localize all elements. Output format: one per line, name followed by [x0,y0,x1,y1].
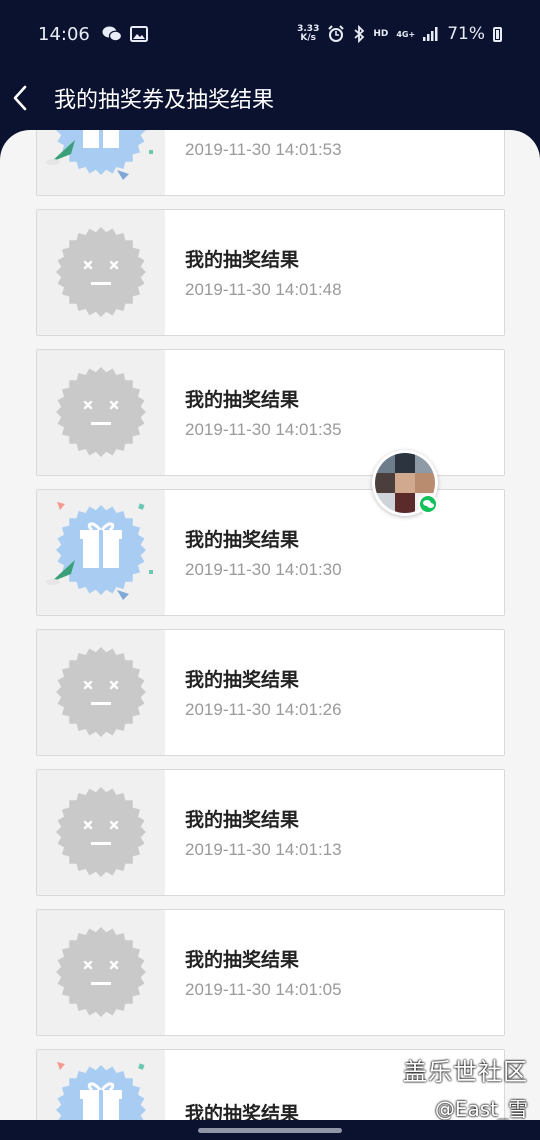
no-prize-badge-icon [56,647,146,737]
wechat-icon [102,26,122,42]
result-date: 2019-11-30 14:01:30 [185,560,342,579]
page-title: 我的抽奖券及抽奖结果 [54,88,275,113]
results-content[interactable]: 我的抽奖结果 2019-11-30 14:01:53 我的抽奖结果 2019-11-3… [0,130,540,1120]
result-date: 2019-11-30 14:01:13 [185,840,342,859]
result-text: 我的抽奖结果 2019-11-30 14:01:48 [165,210,342,335]
result-text: 我的抽奖结果 2019-11-30 14:01:05 [165,910,342,1035]
result-date: 2019-11-30 14:01:53 [185,140,342,159]
result-text: 我的抽奖结果 2019-11-30 14:01:53 [165,130,342,195]
home-indicator[interactable] [198,1128,342,1133]
result-card[interactable]: 我的抽奖结果 2019-11-30 14:01:26 [36,629,505,756]
result-thumbnail [37,1050,165,1120]
watermark-user: @East_雪 [434,1097,528,1121]
hd-label: HD [373,29,389,39]
result-card[interactable]: 我的抽奖结果 2019-11-30 14:01:53 [36,130,505,196]
result-thumbnail [37,770,165,895]
watermark: 盖乐世社区 @East_雪 [403,1052,528,1122]
result-thumbnail [37,910,165,1035]
wechat-badge-icon [418,494,438,514]
result-thumbnail [37,630,165,755]
result-date: 2019-11-30 14:01:26 [185,700,342,719]
result-thumbnail [37,130,165,195]
navigation-bar [0,1120,540,1140]
result-title: 我的抽奖结果 [185,249,300,271]
result-list: 我的抽奖结果 2019-11-30 14:01:53 我的抽奖结果 2019-11-3… [36,130,505,1120]
result-date: 2019-11-30 14:01:48 [185,280,342,299]
result-text: 我的抽奖结果 2019-11-30 14:01:26 [165,630,342,755]
result-title: 我的抽奖结果 [185,809,300,831]
result-thumbnail [37,350,165,475]
result-text: 我的抽奖结果 [165,1050,299,1120]
result-title: 我的抽奖结果 [185,949,300,971]
battery-level: 71% [447,24,485,44]
back-button[interactable] [0,68,60,128]
battery-icon [493,26,502,42]
result-title: 我的抽奖结果 [185,669,300,691]
signal-icon [423,27,438,41]
result-text: 我的抽奖结果 2019-11-30 14:01:35 [165,350,342,475]
image-icon [129,26,148,42]
result-thumbnail [37,210,165,335]
gift-badge-icon [56,1062,146,1120]
gift-badge-icon [46,130,153,180]
bluetooth-icon [354,25,365,43]
result-title: 我的抽奖结果 [185,389,300,411]
app-header: 我的抽奖券及抽奖结果 [0,68,540,128]
result-text: 我的抽奖结果 2019-11-30 14:01:13 [165,770,342,895]
status-time: 14:06 [38,23,90,45]
result-title: 我的抽奖结果 [185,1103,300,1120]
result-text: 我的抽奖结果 2019-11-30 14:01:30 [165,490,342,615]
alarm-icon [328,25,345,42]
back-arrow-icon [13,85,27,111]
result-thumbnail [37,490,165,615]
network-speed: 3.33 K/s [297,24,320,43]
no-prize-badge-icon [56,367,146,457]
no-prize-badge-icon [56,787,146,877]
result-card[interactable]: 我的抽奖结果 2019-11-30 14:01:48 [36,209,505,336]
result-card[interactable]: 我的抽奖结果 2019-11-30 14:01:35 [36,349,505,476]
watermark-site: 盖乐世社区 [403,1058,528,1086]
network-type: 4G+ [396,29,416,39]
result-title: 我的抽奖结果 [185,130,342,132]
no-prize-badge-icon [56,227,146,317]
result-title: 我的抽奖结果 [185,529,300,551]
result-card[interactable]: 我的抽奖结果 2019-11-30 14:01:05 [36,909,505,1036]
floating-chat-avatar[interactable] [372,450,438,516]
result-date: 2019-11-30 14:01:05 [185,980,342,999]
status-bar: 14:06 3.33 K/s HD 4G+ 71% [0,0,540,68]
gift-badge-icon [46,502,153,600]
result-card[interactable]: 我的抽奖结果 2019-11-30 14:01:13 [36,769,505,896]
result-date: 2019-11-30 14:01:35 [185,420,342,439]
no-prize-badge-icon [56,927,146,1017]
